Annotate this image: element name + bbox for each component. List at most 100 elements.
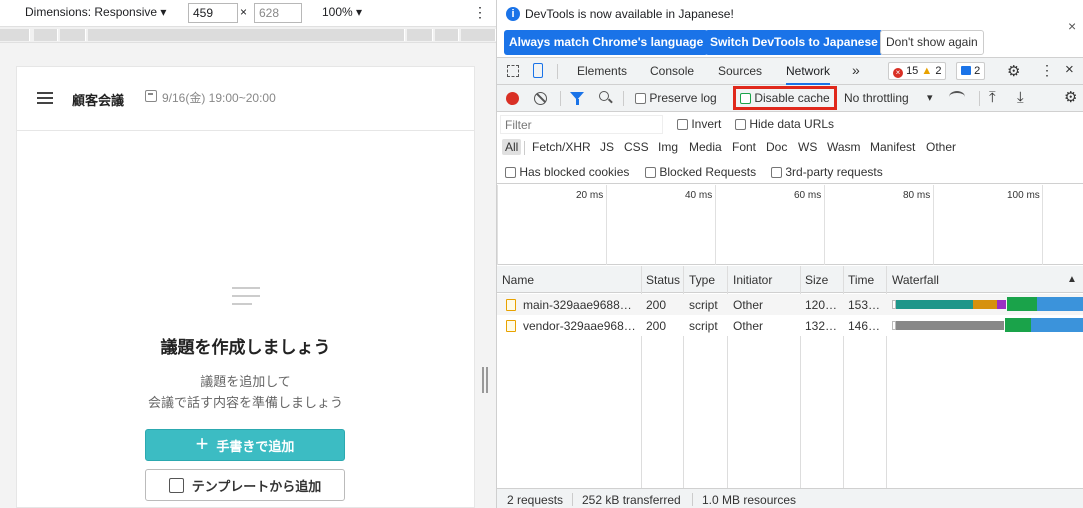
more-options-icon[interactable]: ⋮ (473, 4, 487, 21)
dimensions-select[interactable]: Dimensions: Responsive ▾ (25, 5, 166, 19)
checkbox-box[interactable] (771, 167, 782, 178)
ruler-segment[interactable] (407, 29, 433, 41)
type-filter-ws[interactable]: WS (798, 140, 817, 154)
type-filter-doc[interactable]: Doc (766, 140, 787, 154)
transferred-size: 252 kB transferred (582, 493, 681, 507)
clear-icon[interactable] (534, 92, 547, 105)
ruler-segment[interactable] (60, 29, 86, 41)
type-filter-media[interactable]: Media (689, 140, 722, 154)
column-header-initiator[interactable]: Initiator (733, 273, 772, 287)
third-party-requests-checkbox[interactable]: 3rd-party requests (771, 165, 883, 179)
messages-badge[interactable]: 2 (956, 62, 986, 80)
close-devtools-icon[interactable]: × (1065, 61, 1074, 78)
viewport-resize-handle[interactable] (482, 367, 488, 393)
type-filter-all[interactable]: All (502, 139, 522, 155)
separator (979, 91, 980, 106)
separator (557, 64, 558, 79)
add-manually-button[interactable]: + 手書きで追加 (145, 429, 345, 461)
invert-checkbox[interactable]: Invert (677, 117, 721, 131)
network-settings-icon[interactable]: ⚙ (1064, 88, 1077, 106)
tab-network[interactable]: Network (786, 64, 831, 85)
ruler-segment[interactable] (34, 29, 58, 41)
network-conditions-icon[interactable] (949, 91, 965, 103)
sort-arrow-icon[interactable]: ▲ (1067, 274, 1077, 285)
tab-elements[interactable]: Elements (577, 64, 627, 78)
request-initiator[interactable]: Other (733, 298, 763, 312)
add-manually-label: 手書きで追加 (216, 438, 295, 454)
column-header-name[interactable]: Name (502, 273, 534, 287)
close-icon[interactable]: × (1068, 18, 1076, 34)
record-icon[interactable] (506, 92, 519, 105)
checkbox-box[interactable] (735, 119, 746, 130)
script-file-icon (506, 320, 516, 332)
ruler-segment[interactable] (88, 29, 405, 41)
column-header-status[interactable]: Status (646, 273, 680, 287)
filter-icon[interactable] (570, 92, 584, 105)
waterfall-bar (1031, 318, 1083, 332)
waterfall-bar (1037, 297, 1083, 311)
add-from-template-button[interactable]: テンプレートから追加 (145, 469, 345, 501)
type-filter-wasm[interactable]: Wasm (827, 140, 861, 154)
preserve-log-checkbox[interactable]: Preserve log (635, 91, 717, 105)
type-filter-fetch-xhr[interactable]: Fetch/XHR (532, 140, 591, 154)
request-initiator[interactable]: Other (733, 319, 763, 333)
checkbox-box[interactable] (645, 167, 656, 178)
hide-data-urls-checkbox[interactable]: Hide data URLs (735, 117, 834, 131)
filter-input[interactable]: Filter (500, 115, 663, 134)
type-filter-other[interactable]: Other (926, 140, 956, 154)
checkbox-box[interactable] (505, 167, 516, 178)
table-row[interactable]: vendor-329aae968… 200 script Other 132… … (497, 315, 1083, 336)
column-header-size[interactable]: Size (805, 273, 828, 287)
zoom-select[interactable]: 100% ▾ (322, 5, 362, 19)
download-icon[interactable]: ⤓ (1017, 89, 1024, 106)
has-blocked-cookies-checkbox[interactable]: Has blocked cookies (505, 165, 629, 179)
column-header-time[interactable]: Time (848, 273, 874, 287)
timeline-gridline (933, 185, 934, 265)
table-row[interactable]: main-329aae9688… 200 script Other 120… 1… (497, 294, 1083, 315)
width-input[interactable]: 459 (188, 3, 238, 23)
ruler-segment[interactable] (435, 29, 459, 41)
preserve-log-label: Preserve log (649, 91, 717, 105)
calendar-icon (145, 90, 157, 102)
media-query-ruler[interactable] (0, 26, 496, 43)
always-match-language-button[interactable]: Always match Chrome's language (504, 30, 709, 55)
blocked-requests-checkbox[interactable]: Blocked Requests (645, 165, 756, 179)
more-tabs-icon[interactable]: » (852, 62, 860, 78)
checkbox-box[interactable] (677, 119, 688, 130)
inspect-element-icon[interactable] (507, 65, 519, 77)
devtools-panel: i DevTools is now available in Japanese!… (496, 0, 1083, 508)
blocked-requests-label: Blocked Requests (659, 165, 757, 179)
warning-icon: ▲ (921, 65, 933, 77)
add-from-template-label: テンプレートから追加 (191, 478, 322, 494)
kebab-menu-icon[interactable]: ⋮ (1040, 62, 1054, 79)
switch-to-japanese-button[interactable]: Switch DevTools to Japanese (705, 30, 883, 55)
column-header-waterfall[interactable]: Waterfall (892, 273, 939, 287)
network-overview-timeline[interactable]: 20 ms 40 ms 60 ms 80 ms 100 ms (497, 185, 1083, 265)
ruler-segment[interactable] (0, 29, 30, 41)
type-filter-js[interactable]: JS (600, 140, 614, 154)
settings-icon[interactable]: ⚙ (1007, 62, 1020, 80)
type-filter-css[interactable]: CSS (624, 140, 649, 154)
agenda-lines-icon (232, 287, 260, 309)
timeline-tick-label: 20 ms (576, 190, 604, 201)
tab-console[interactable]: Console (650, 64, 694, 78)
resource-type-filters: All Fetch/XHR JS CSS Img Media Font Doc … (497, 137, 1083, 159)
type-filter-font[interactable]: Font (732, 140, 756, 154)
request-type: script (689, 298, 718, 312)
checkbox-box[interactable] (635, 93, 646, 104)
type-filter-manifest[interactable]: Manifest (870, 140, 915, 154)
tab-sources[interactable]: Sources (718, 64, 762, 78)
type-filter-img[interactable]: Img (658, 140, 678, 154)
dont-show-again-button[interactable]: Don't show again (880, 30, 984, 55)
hamburger-menu-icon[interactable] (37, 92, 53, 104)
search-icon[interactable] (599, 91, 609, 101)
upload-icon[interactable]: ⤒ (989, 89, 996, 106)
ruler-segment[interactable] (461, 29, 496, 41)
height-input[interactable]: 628 (254, 3, 302, 23)
network-status-bar: 2 requests 252 kB transferred 1.0 MB res… (497, 488, 1083, 508)
issues-badge[interactable]: × 15 ▲ 2 (888, 62, 947, 80)
chevron-down-icon[interactable]: ▾ (927, 91, 933, 104)
device-toolbar-icon[interactable] (533, 63, 543, 78)
throttling-select[interactable]: No throttling (844, 91, 909, 105)
column-header-type[interactable]: Type (689, 273, 715, 287)
